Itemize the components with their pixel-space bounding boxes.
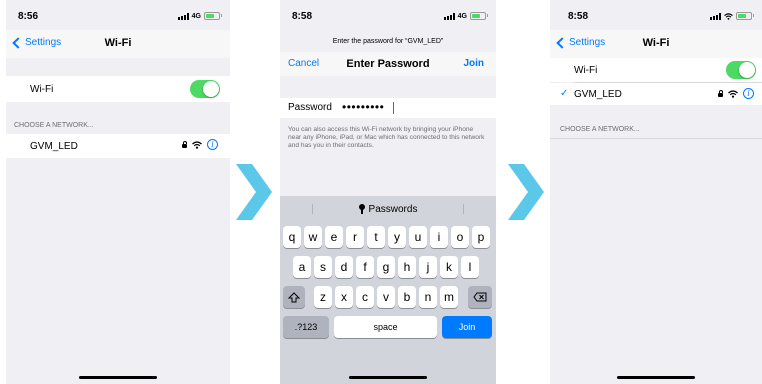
key-icon — [358, 204, 365, 214]
status-bar: 8:58 4G — [280, 0, 496, 30]
password-label: Password — [288, 102, 332, 113]
wifi-icon — [728, 89, 738, 98]
key-g[interactable]: g — [377, 256, 395, 278]
battery-icon — [470, 12, 488, 20]
section-header: CHOOSE A NETWORK... — [14, 122, 94, 129]
keyboard: Passwords q w e r t y u i o p a s d f g … — [280, 196, 496, 384]
wifi-connected-screen: 8:58 Settings Wi-Fi Wi-Fi ✓ GVM_LED i CH… — [550, 0, 762, 384]
key-w[interactable]: w — [304, 226, 322, 248]
navigation-bar: Cancel Enter Password Join — [280, 52, 496, 76]
status-time: 8:56 — [18, 11, 39, 22]
key-c[interactable]: c — [356, 286, 374, 308]
key-v[interactable]: v — [377, 286, 395, 308]
battery-icon — [736, 12, 754, 20]
cellular-signal-icon — [443, 12, 455, 20]
space-key[interactable]: space — [334, 316, 437, 338]
network-name: GVM_LED — [30, 141, 78, 152]
chevron-right-icon — [508, 164, 544, 220]
info-icon[interactable]: i — [207, 139, 218, 150]
join-key[interactable]: Join — [442, 316, 492, 338]
key-i[interactable]: i — [430, 226, 448, 248]
key-t[interactable]: t — [367, 226, 385, 248]
lock-icon — [182, 141, 187, 148]
key-o[interactable]: o — [451, 226, 469, 248]
wifi-status-icon — [724, 12, 733, 20]
backspace-icon — [473, 292, 487, 302]
key-j[interactable]: j — [419, 256, 437, 278]
status-bar: 8:56 4G — [6, 0, 230, 30]
key-z[interactable]: z — [314, 286, 332, 308]
wifi-label: Wi-Fi — [574, 65, 598, 76]
password-prompt: Enter the password for “GVM_LED” — [332, 38, 444, 45]
chevron-right-icon — [236, 164, 272, 220]
lock-icon — [718, 90, 723, 97]
key-b[interactable]: b — [398, 286, 416, 308]
key-r[interactable]: r — [346, 226, 364, 248]
password-autofill-bar[interactable]: Passwords — [280, 200, 496, 218]
key-q[interactable]: q — [283, 226, 301, 248]
navigation-bar: Settings Wi-Fi — [550, 30, 762, 58]
home-indicator — [79, 376, 157, 379]
wifi-toggle-row: Wi-Fi — [550, 58, 762, 82]
password-input[interactable]: ••••••••• — [342, 100, 384, 114]
key-f[interactable]: f — [356, 256, 374, 278]
key-p[interactable]: p — [472, 226, 490, 248]
key-m[interactable]: m — [440, 286, 458, 308]
key-x[interactable]: x — [335, 286, 353, 308]
key-e[interactable]: e — [325, 226, 343, 248]
cellular-signal-icon — [177, 12, 189, 20]
enter-password-screen: 8:58 4G Enter the password for “GVM_LED”… — [280, 0, 496, 384]
network-type: 4G — [191, 12, 201, 20]
key-y[interactable]: y — [388, 226, 406, 248]
key-d[interactable]: d — [335, 256, 353, 278]
password-field-row: Password ••••••••• — [280, 98, 496, 118]
key-h[interactable]: h — [398, 256, 416, 278]
info-text: You can also access this Wi-Fi network b… — [288, 126, 485, 149]
join-button[interactable]: Join — [463, 58, 484, 69]
cellular-signal-icon — [710, 12, 721, 20]
status-bar: 8:58 — [550, 0, 762, 30]
page-title: Wi-Fi — [642, 37, 670, 49]
text-cursor — [393, 102, 394, 114]
shift-icon — [288, 291, 300, 302]
shift-key[interactable] — [283, 286, 305, 308]
key-a[interactable]: a — [293, 256, 311, 278]
home-indicator — [349, 376, 427, 379]
page-title: Wi-Fi — [104, 37, 132, 49]
wifi-toggle-row: Wi-Fi — [6, 76, 230, 102]
network-type: 4G — [457, 12, 467, 20]
key-l[interactable]: l — [461, 256, 479, 278]
checkmark-icon: ✓ — [560, 88, 569, 99]
status-time: 8:58 — [292, 11, 313, 22]
wifi-icon — [192, 140, 202, 149]
status-time: 8:58 — [568, 11, 589, 22]
wifi-toggle[interactable] — [190, 80, 220, 98]
network-name: GVM_LED — [574, 89, 622, 100]
connected-network-row[interactable]: ✓ GVM_LED i — [550, 83, 762, 105]
network-row[interactable]: GVM_LED i — [6, 134, 230, 158]
delete-key[interactable] — [468, 286, 492, 308]
key-k[interactable]: k — [440, 256, 458, 278]
wifi-label: Wi-Fi — [30, 84, 54, 95]
home-indicator — [617, 376, 695, 379]
section-header: CHOOSE A NETWORK... — [560, 126, 640, 133]
wifi-settings-screen: 8:56 4G Settings Wi-Fi Wi-Fi CHOOSE A NE… — [6, 0, 230, 384]
key-n[interactable]: n — [419, 286, 437, 308]
key-s[interactable]: s — [314, 256, 332, 278]
navigation-bar: Settings Wi-Fi — [6, 30, 230, 58]
battery-icon — [204, 12, 222, 20]
passwords-suggestion: Passwords — [368, 203, 418, 215]
wifi-toggle[interactable] — [726, 61, 756, 79]
key-u[interactable]: u — [409, 226, 427, 248]
numbers-key[interactable]: .?123 — [283, 316, 329, 338]
info-icon[interactable]: i — [743, 88, 754, 99]
